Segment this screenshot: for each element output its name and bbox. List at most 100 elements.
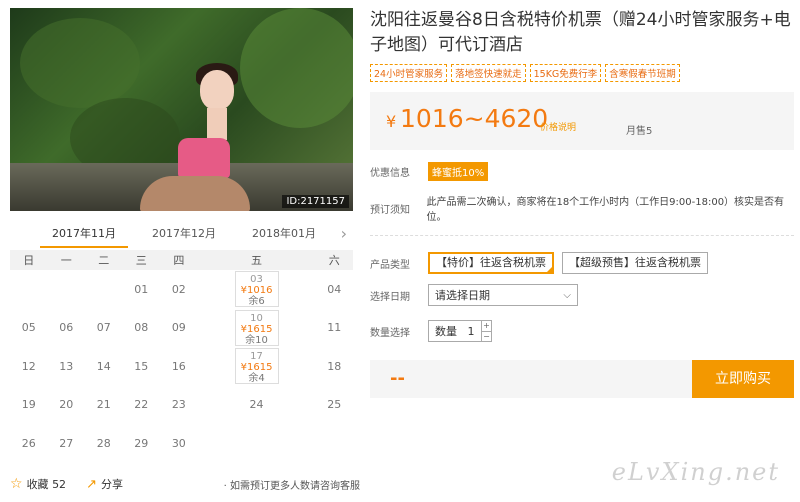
- available-date-cell[interactable]: 17 ¥1615 余4: [234, 348, 279, 385]
- calendar-day-available: 03 ¥1016 余6: [198, 270, 316, 309]
- qty-value[interactable]: 1: [463, 325, 479, 338]
- price: ¥ 1016~4620: [386, 104, 548, 133]
- star-icon[interactable]: ☆: [10, 476, 23, 492]
- buy-now-button[interactable]: 立即购买: [692, 360, 794, 398]
- calendar-day: 18: [327, 359, 342, 373]
- calendar-day: 28: [96, 436, 111, 450]
- favorite-count: 52: [52, 477, 67, 491]
- date-label: 选择日期: [370, 291, 410, 303]
- calendar-day-available: 17 ¥1615 余4: [198, 347, 316, 386]
- quantity-stepper: 数量 1 + −: [428, 320, 492, 342]
- calendar-body: 01 02 03 ¥1016 余6 04 05 06 07 08 09 10 ¥1615 余10 11 12 1…: [10, 270, 353, 463]
- feature-tags: 24小时管家服务 落地签快速就走 15KG免费行李 含寒假春节班期: [370, 64, 794, 82]
- tab-month-2[interactable]: 2017年12月: [140, 220, 228, 248]
- day-number: 03: [250, 274, 263, 286]
- calendar-day: 07: [96, 321, 111, 335]
- decrement-button[interactable]: −: [481, 331, 491, 341]
- calendar-day: 21: [96, 398, 111, 412]
- right-column: 沈阳往返曼谷8日含税特价机票（赠24小时管家服务+电子地图）可代订酒店 24小时…: [370, 8, 794, 398]
- promo-badge: 蜂蜜抵10%: [428, 162, 489, 181]
- share-label[interactable]: 分享: [101, 476, 123, 492]
- promo-label: 优惠信息: [370, 168, 410, 179]
- photo-id-badge: ID:2171157: [282, 195, 349, 208]
- price-box: ¥ 1016~4620 价格说明 月售5: [370, 92, 794, 150]
- calendar-day: 23: [171, 398, 186, 412]
- weekday-fri: 五: [197, 250, 316, 270]
- watermark: eLvXing.net: [611, 458, 780, 486]
- calendar-day: 27: [59, 436, 74, 450]
- calendar-day: 30: [171, 436, 186, 450]
- available-date-cell[interactable]: 10 ¥1615 余10: [234, 309, 279, 346]
- left-column: ID:2171157 2017年11月 2017年12月 2018年01月 › …: [10, 8, 353, 463]
- weekday-sat: 六: [315, 250, 353, 270]
- weekday-mon: 一: [47, 250, 86, 270]
- feature-tag: 15KG免费行李: [529, 64, 602, 82]
- favorite-label[interactable]: 收藏: [27, 476, 49, 492]
- calendar-day: 22: [134, 398, 149, 412]
- tab-month-3[interactable]: 2018年01月: [240, 220, 328, 248]
- feature-tag: 落地签快速就走: [451, 64, 526, 82]
- date-select[interactable]: 请选择日期 ⌵: [428, 284, 578, 306]
- promo-row: 优惠信息 蜂蜜抵10%: [370, 162, 794, 181]
- weekday-wed: 三: [122, 250, 161, 270]
- tab-month-1[interactable]: 2017年11月: [40, 220, 128, 248]
- price-symbol: ¥: [386, 112, 397, 131]
- day-remaining: 余6: [248, 296, 265, 308]
- calendar-day: 05: [21, 321, 36, 335]
- day-price: ¥1615: [240, 362, 273, 374]
- calendar-day: 15: [134, 359, 149, 373]
- calendar-week: 05 06 07 08 09 10 ¥1615 余10 11: [10, 309, 353, 348]
- month-tabs: 2017年11月 2017年12月 2018年01月 ›: [10, 220, 353, 248]
- calendar-day: 02: [171, 282, 186, 296]
- product-photo[interactable]: ID:2171157: [10, 8, 353, 211]
- calendar-day: 08: [134, 321, 149, 335]
- divider: [370, 235, 794, 236]
- selected-price: --: [390, 368, 405, 389]
- calendar-table: 日 一 二 三 四 五 六 01 02 03 ¥1016 余6 04 05 06 07 08 09 1…: [10, 250, 353, 463]
- date-row: 选择日期 请选择日期 ⌵: [370, 284, 794, 306]
- calendar-day: 16: [171, 359, 186, 373]
- available-date-cell[interactable]: 03 ¥1016 余6: [234, 271, 279, 308]
- calendar-week: 12 13 14 15 16 17 ¥1615 余4 18: [10, 347, 353, 386]
- monthly-sold: 月售5: [626, 126, 653, 137]
- calendar-day: 26: [21, 436, 36, 450]
- price-note-link[interactable]: 价格说明: [540, 120, 576, 133]
- calendar-day: 20: [59, 398, 74, 412]
- footer-tip: · 如需预订更多人数请咨询客服: [223, 480, 360, 492]
- calendar-day: 29: [134, 436, 149, 450]
- chevron-right-icon[interactable]: ›: [341, 224, 347, 243]
- type-option-presale[interactable]: 【超级预售】往返含税机票: [562, 252, 708, 274]
- type-label: 产品类型: [370, 259, 410, 271]
- weekday-tue: 二: [85, 250, 123, 270]
- calendar-day: [85, 270, 123, 309]
- notice-row: 预订须知 此产品需二次确认，商家将在18个工作小时内（工作日9:00-18:00…: [370, 193, 794, 223]
- calendar-day-available: 10 ¥1615 余10: [198, 309, 316, 348]
- day-number: 10: [250, 312, 263, 324]
- increment-button[interactable]: +: [481, 321, 491, 331]
- product-title: 沈阳往返曼谷8日含税特价机票（赠24小时管家服务+电子地图）可代订酒店: [370, 10, 791, 55]
- calendar-day: 25: [327, 398, 342, 412]
- calendar-day: 04: [327, 282, 342, 296]
- buy-bar: -- 立即购买: [370, 360, 794, 398]
- type-option-special[interactable]: 【特价】往返含税机票: [428, 252, 554, 274]
- calendar-day: 11: [327, 321, 342, 335]
- weekday-thu: 四: [160, 250, 198, 270]
- qty-buttons: + −: [481, 321, 491, 341]
- feature-tag: 含寒假春节班期: [605, 64, 680, 82]
- calendar-day: 12: [21, 359, 36, 373]
- share-icon[interactable]: ↗: [86, 477, 97, 492]
- calendar-week: 19 20 21 22 23 24 25: [10, 386, 353, 425]
- qty-label: 数量选择: [370, 327, 410, 339]
- weekday-sun: 日: [10, 250, 48, 270]
- qty-row: 数量选择 数量 1 + −: [370, 320, 794, 342]
- day-price: ¥1016: [240, 285, 273, 297]
- calendar-day: 14: [96, 359, 111, 373]
- calendar-day: [315, 424, 353, 463]
- calendar-day: [48, 270, 86, 309]
- footer-bar: ☆ 收藏 52 ↗ 分享 · 如需预订更多人数请咨询客服: [10, 476, 360, 492]
- day-number: 17: [250, 351, 263, 363]
- feature-tag: 24小时管家服务: [370, 64, 448, 82]
- notice-text: 此产品需二次确认，商家将在18个工作小时内（工作日9:00-18:00）核实是否…: [426, 197, 785, 223]
- chevron-down-icon: ⌵: [563, 289, 571, 301]
- calendar-day: 01: [134, 282, 149, 296]
